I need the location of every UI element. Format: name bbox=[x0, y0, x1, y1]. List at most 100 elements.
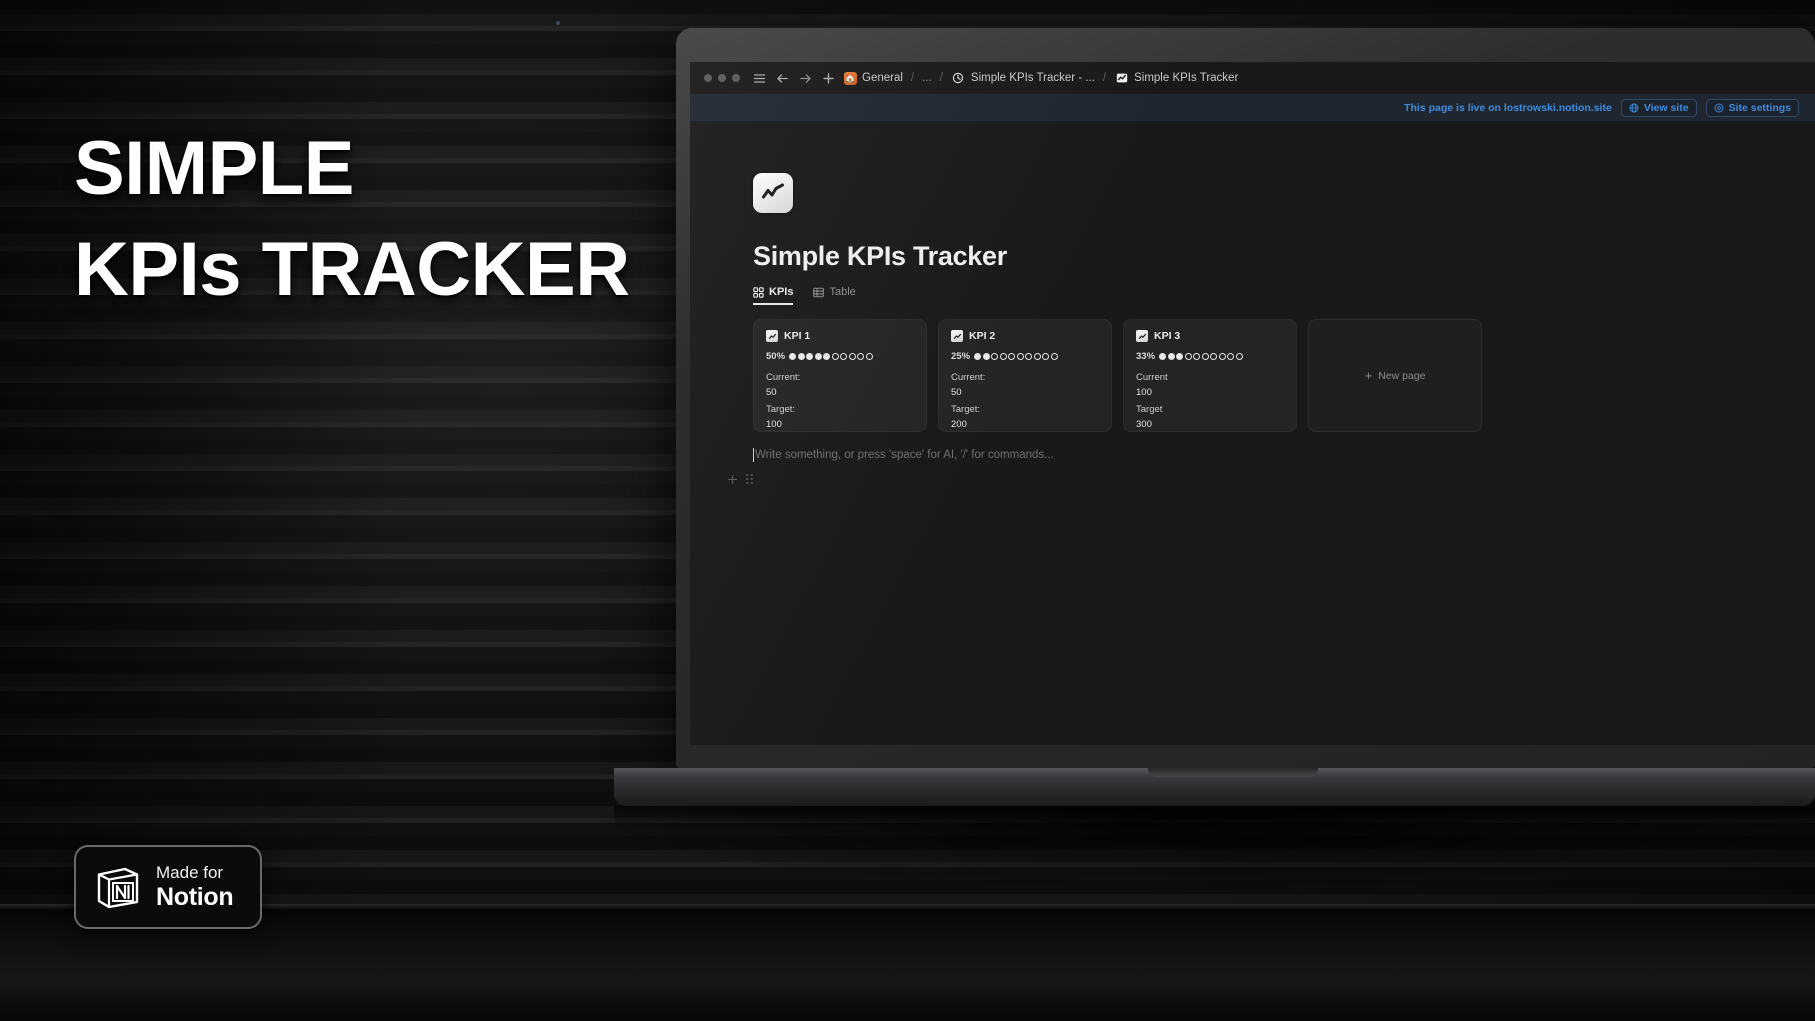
laptop-base-notch bbox=[1148, 768, 1318, 777]
tab-table[interactable]: Table bbox=[813, 286, 856, 305]
laptop-screen: 🏠 General / ... / Simple KPIs Tracker - … bbox=[690, 62, 1815, 745]
kpi-progress-dots bbox=[974, 353, 1058, 360]
breadcrumb-item-ellipsis[interactable]: ... bbox=[922, 72, 932, 84]
new-page-card[interactable]: + New page bbox=[1308, 319, 1482, 432]
close-window-button[interactable] bbox=[704, 74, 712, 82]
progress-dot bbox=[1042, 353, 1050, 360]
progress-dot bbox=[1008, 353, 1016, 360]
clock-icon bbox=[951, 71, 966, 86]
new-page-label: New page bbox=[1378, 369, 1426, 382]
progress-dot bbox=[1033, 353, 1041, 360]
kpi-card-title: KPI 2 bbox=[969, 330, 996, 342]
progress-dot bbox=[865, 353, 873, 360]
globe-icon bbox=[1629, 103, 1639, 112]
kpi-progress: 25% bbox=[951, 351, 1099, 362]
kpi-current-value: 50 bbox=[766, 387, 777, 398]
live-site-message: This page is live on lostrowski.notion.s… bbox=[1404, 101, 1612, 114]
progress-dot bbox=[982, 353, 990, 360]
kpi-card-header: KPI 1 bbox=[766, 330, 914, 342]
progress-dot bbox=[1201, 353, 1209, 360]
screenshot-root: SIMPLE KPIs TRACKER Made for Notion 🏠 Ge… bbox=[0, 0, 1815, 1021]
view-site-button[interactable]: View site bbox=[1620, 98, 1697, 117]
progress-dot bbox=[831, 353, 839, 360]
block-placeholder-text: Write something, or press 'space' for AI… bbox=[755, 449, 1054, 461]
progress-dot bbox=[1193, 353, 1201, 360]
kpi-card-title: KPI 3 bbox=[1154, 330, 1181, 342]
badge-text: Made for Notion bbox=[156, 863, 234, 911]
hero-title: SIMPLE KPIs TRACKER bbox=[74, 118, 714, 320]
kpi-card[interactable]: KPI 1 50% Current: 50 Target: 100 bbox=[753, 319, 927, 432]
arrow-left-icon[interactable] bbox=[775, 71, 790, 86]
site-settings-button[interactable]: Site settings bbox=[1705, 98, 1799, 117]
window-controls[interactable] bbox=[704, 74, 740, 82]
kpi-card[interactable]: KPI 3 33% Current 100 Target 300 bbox=[1123, 319, 1297, 432]
made-for-notion-badge: Made for Notion bbox=[74, 845, 262, 929]
progress-dot bbox=[848, 353, 856, 360]
kpi-target-label: Target: bbox=[766, 404, 796, 415]
progress-dot bbox=[999, 353, 1007, 360]
kpi-current-value: 100 bbox=[1136, 387, 1152, 398]
breadcrumb-item-current-page[interactable]: Simple KPIs Tracker bbox=[1134, 72, 1238, 84]
progress-dot bbox=[974, 353, 982, 360]
progress-dot bbox=[1227, 353, 1235, 360]
kpi-progress: 33% bbox=[1136, 351, 1284, 362]
text-caret bbox=[753, 448, 754, 462]
view-site-label: View site bbox=[1643, 101, 1689, 114]
progress-dot bbox=[1159, 353, 1167, 360]
progress-dot bbox=[823, 353, 831, 360]
progress-dot bbox=[840, 353, 848, 360]
tab-kpis-label: KPIs bbox=[769, 286, 794, 298]
notion-logo-icon bbox=[92, 861, 144, 913]
kpi-target-value: 200 bbox=[951, 419, 967, 430]
progress-dot bbox=[1218, 353, 1226, 360]
empty-block-row[interactable]: Write something, or press 'space' for AI… bbox=[753, 448, 1815, 462]
plus-icon[interactable] bbox=[727, 474, 738, 485]
progress-dot bbox=[1167, 353, 1175, 360]
badge-brand-label: Notion bbox=[156, 883, 234, 911]
kpi-percent: 25% bbox=[951, 351, 971, 362]
line-chart-icon[interactable] bbox=[753, 173, 793, 213]
notion-topbar: 🏠 General / ... / Simple KPIs Tracker - … bbox=[690, 62, 1815, 94]
kpi-progress-dots bbox=[789, 353, 873, 360]
breadcrumb-separator-1: / bbox=[910, 72, 915, 84]
progress-dot bbox=[789, 353, 797, 360]
badge-made-for-label: Made for bbox=[156, 863, 224, 882]
progress-dot bbox=[1210, 353, 1218, 360]
progress-dot bbox=[806, 353, 814, 360]
site-settings-label: Site settings bbox=[1728, 101, 1791, 114]
chart-icon bbox=[1114, 71, 1129, 86]
progress-dot bbox=[857, 353, 865, 360]
hero-line-2: KPIs TRACKER bbox=[74, 227, 630, 312]
kpi-current-label: Current bbox=[1136, 372, 1168, 383]
progress-dot bbox=[1176, 353, 1184, 360]
table-icon bbox=[813, 287, 825, 297]
database-view-tabs: KPIs Table bbox=[753, 283, 1815, 305]
kpi-progress-dots bbox=[1159, 353, 1243, 360]
kpi-target-value: 100 bbox=[766, 419, 782, 430]
arrow-right-icon[interactable] bbox=[798, 71, 813, 86]
breadcrumb-item-general[interactable]: General bbox=[862, 72, 903, 84]
drag-handle-icon[interactable] bbox=[745, 473, 754, 485]
kpi-card[interactable]: KPI 2 25% Current: 50 Target: 200 bbox=[938, 319, 1112, 432]
minimize-window-button[interactable] bbox=[718, 74, 726, 82]
kpi-percent: 33% bbox=[1136, 351, 1156, 362]
kpi-target-label: Target bbox=[1136, 404, 1163, 415]
kpi-current-value: 50 bbox=[951, 387, 962, 398]
plus-icon[interactable] bbox=[821, 71, 836, 86]
laptop-camera-dot bbox=[556, 21, 560, 25]
hamburger-icon[interactable] bbox=[752, 71, 767, 86]
kpi-current-label: Current: bbox=[951, 372, 986, 383]
kpi-card-header: KPI 2 bbox=[951, 330, 1099, 342]
page-title[interactable]: Simple KPIs Tracker bbox=[753, 241, 1815, 272]
gear-icon bbox=[1714, 103, 1724, 112]
kpi-target-label: Target: bbox=[951, 404, 981, 415]
kpi-card-title: KPI 1 bbox=[784, 330, 811, 342]
progress-dot bbox=[1184, 353, 1192, 360]
kpi-card-header: KPI 3 bbox=[1136, 330, 1284, 342]
tab-kpis[interactable]: KPIs bbox=[753, 286, 794, 305]
live-site-banner: This page is live on lostrowski.notion.s… bbox=[690, 94, 1815, 121]
progress-dot bbox=[1025, 353, 1033, 360]
breadcrumb-separator-2: / bbox=[939, 72, 943, 84]
maximize-window-button[interactable] bbox=[732, 74, 740, 82]
breadcrumb-item-history[interactable]: Simple KPIs Tracker - ... bbox=[971, 72, 1095, 84]
